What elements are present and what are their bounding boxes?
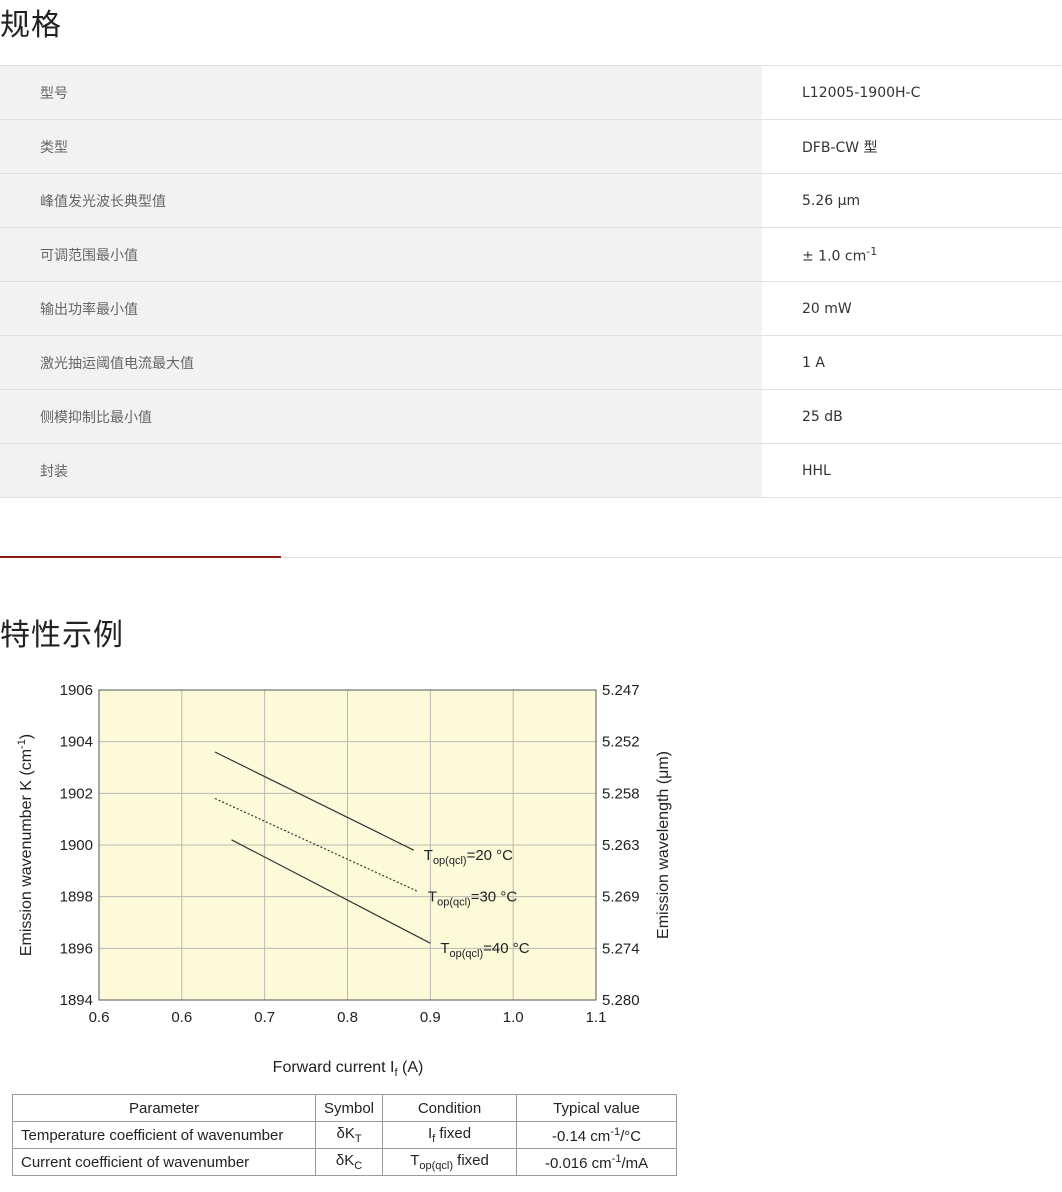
- spec-section-title: 规格: [0, 8, 62, 43]
- condition-tail: fixed: [453, 1152, 489, 1169]
- x-tick-label: 0.6: [89, 1009, 110, 1026]
- value-text: -0.016 cm: [544, 1154, 612, 1172]
- symbol-sub: T: [354, 1133, 362, 1145]
- y2-tick-label: 5.263: [602, 837, 640, 854]
- table-row: 封装 HHL: [0, 443, 1062, 498]
- y2-tick-label: 5.247: [602, 682, 640, 699]
- condition-text: T: [410, 1152, 420, 1169]
- spec-value: 25 dB: [762, 389, 1062, 444]
- x-tick-label: 0.7: [254, 1009, 275, 1026]
- symbol-text: δK: [336, 1125, 355, 1142]
- spec-value: DFB-CW 型: [762, 119, 1062, 174]
- parameter-cell: Temperature coefficient of wavenumber: [12, 1121, 316, 1149]
- spec-value: 1 A: [762, 335, 1062, 390]
- parameter-table: Parameter Symbol Condition Typical value…: [12, 1094, 678, 1176]
- symbol-cell: δKT: [314, 1121, 384, 1149]
- y2-tick-label: 5.258: [602, 785, 640, 802]
- symbol-text: δK: [335, 1152, 355, 1169]
- y-tick-label: 1898: [60, 889, 93, 906]
- wavenumber-chart: 0.6 0.6 0.7 0.8 0.9 1.0 1.1 1894 1896 1898 1900 190…: [16, 682, 672, 1079]
- spec-value-text: ± 1.0 cm: [802, 248, 867, 265]
- spec-value: ± 1.0 cm-1: [762, 227, 1062, 282]
- y-tick-label: 1896: [60, 940, 93, 957]
- spec-label: 输出功率最小值: [0, 281, 762, 336]
- condition-tail: fixed: [435, 1125, 472, 1142]
- table-row: 激光抽运阈值电流最大值 1 A: [0, 335, 1062, 390]
- value-sup: -1: [610, 1125, 621, 1138]
- spec-value-sup: -1: [866, 244, 878, 258]
- value-tail: /°C: [620, 1127, 642, 1145]
- symbol-cell: δKC: [314, 1148, 384, 1176]
- table-row: 可调范围最小值 ± 1.0 cm-1: [0, 227, 1062, 282]
- parameter-cell: Current coefficient of wavenumber: [12, 1148, 316, 1176]
- y-tick-label: 1902: [60, 785, 93, 802]
- table-row: 输出功率最小值 20 mW: [0, 281, 1062, 336]
- table-row: 类型 DFB-CW 型: [0, 119, 1062, 174]
- spec-value: HHL: [762, 443, 1062, 498]
- spec-label: 激光抽运阈值电流最大值: [0, 335, 762, 390]
- y2-tick-label: 5.280: [602, 992, 640, 1009]
- spec-label: 封装: [0, 443, 762, 498]
- x-tick-label: 0.8: [337, 1009, 358, 1026]
- y-axis-label: Emission wavenumber K (cm-1): [16, 734, 35, 956]
- y2-tick-label: 5.252: [602, 734, 640, 751]
- table-row: 侧模抑制比最小值 25 dB: [0, 389, 1062, 444]
- spec-value: 20 mW: [762, 281, 1062, 336]
- spec-label: 型号: [0, 65, 762, 120]
- value-cell: -0.14 cm-1/°C: [516, 1121, 678, 1149]
- y-tick-label: 1900: [60, 837, 93, 854]
- table-row: Temperature coefficient of wavenumber δK…: [12, 1121, 678, 1149]
- section-divider-accent: [0, 556, 281, 558]
- column-header: Condition: [382, 1094, 518, 1122]
- spec-table: 型号 L12005-1900H-C 类型 DFB-CW 型 峰值发光波长典型值 …: [0, 65, 1062, 498]
- x-tick-label: 1.1: [586, 1009, 607, 1026]
- table-row: Current coefficient of wavenumber δKC To…: [12, 1148, 678, 1176]
- value-sup: -1: [611, 1152, 622, 1165]
- condition-cell: If fixed: [382, 1121, 518, 1149]
- x-tick-label: 1.0: [503, 1009, 524, 1026]
- y-tick-label: 1904: [60, 734, 93, 751]
- column-header: Symbol: [314, 1094, 384, 1122]
- column-header: Typical value: [516, 1094, 678, 1122]
- table-header-row: Parameter Symbol Condition Typical value: [12, 1094, 678, 1122]
- y-tick-label: 1894: [60, 992, 93, 1009]
- spec-label: 可调范围最小值: [0, 227, 762, 282]
- symbol-sub: C: [354, 1160, 363, 1172]
- column-header: Parameter: [12, 1094, 316, 1122]
- value-tail: /mA: [621, 1154, 649, 1172]
- y2-tick-label: 5.274: [602, 940, 640, 957]
- spec-label: 峰值发光波长典型值: [0, 173, 762, 228]
- x-tick-label: 0.9: [420, 1009, 441, 1026]
- y2-axis-label: Emission wavelength (μm): [655, 751, 672, 939]
- x-axis-label: Forward current If (A): [273, 1059, 424, 1079]
- table-row: 型号 L12005-1900H-C: [0, 65, 1062, 120]
- table-row: 峰值发光波长典型值 5.26 μm: [0, 173, 1062, 228]
- spec-label: 侧模抑制比最小值: [0, 389, 762, 444]
- condition-cell: Top(qcl) fixed: [382, 1148, 518, 1176]
- y-tick-label: 1906: [60, 682, 93, 699]
- spec-label: 类型: [0, 119, 762, 174]
- y2-tick-label: 5.269: [602, 889, 640, 906]
- value-text: -0.14 cm: [551, 1127, 611, 1145]
- characteristics-section-title: 特性示例: [0, 618, 124, 653]
- spec-value: 5.26 μm: [762, 173, 1062, 228]
- value-cell: -0.016 cm-1/mA: [516, 1148, 678, 1176]
- condition-sub: op(qcl): [419, 1160, 453, 1172]
- x-tick-label: 0.6: [171, 1009, 192, 1026]
- spec-value: L12005-1900H-C: [762, 65, 1062, 120]
